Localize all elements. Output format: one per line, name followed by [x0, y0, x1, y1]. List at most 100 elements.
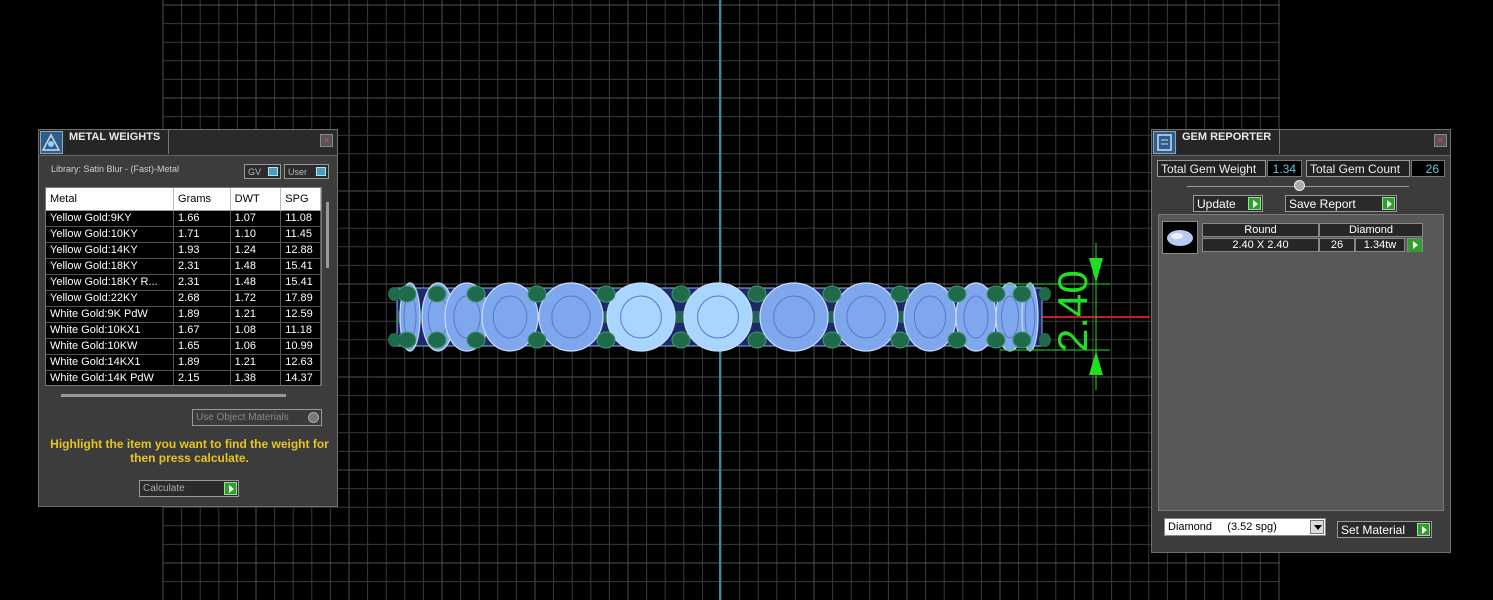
horizontal-scrollbar[interactable]: [61, 394, 286, 397]
table-row[interactable]: Yellow Gold:10KY 1.71 1.10 11.45: [46, 227, 321, 243]
gem-stone: [759, 282, 829, 352]
prong: [671, 285, 691, 303]
grams-value: 1.67: [174, 323, 231, 338]
spg-value: 12.88: [281, 243, 321, 258]
update-button[interactable]: Update: [1193, 195, 1263, 212]
set-material-button[interactable]: Set Material: [1337, 521, 1432, 538]
metal-name: Yellow Gold:18KY: [46, 259, 175, 274]
metal-name: White Gold:10KW: [46, 339, 175, 354]
play-arrow-icon: [1382, 197, 1395, 210]
toggle-indicator-icon: [268, 167, 278, 176]
table-row[interactable]: Yellow Gold:22KY 2.68 1.72 17.89: [46, 291, 321, 307]
gem-stone: [538, 282, 604, 352]
prong: [1012, 285, 1032, 303]
dwt-value: 1.10: [231, 227, 282, 242]
column-header-grams[interactable]: Grams: [174, 188, 231, 210]
prong: [527, 331, 547, 349]
play-arrow-icon: [1417, 523, 1430, 536]
prong: [596, 285, 616, 303]
prong: [986, 331, 1006, 349]
gv-toggle[interactable]: GV: [244, 164, 281, 179]
prong: [747, 285, 767, 303]
save-report-button[interactable]: Save Report: [1285, 195, 1397, 212]
gem-row-action-button[interactable]: [1407, 238, 1423, 252]
metal-name: Yellow Gold:9KY: [46, 211, 175, 226]
table-row[interactable]: White Gold:10KX1 1.67 1.08 11.18: [46, 323, 321, 339]
spg-value: 11.08: [281, 211, 321, 226]
calculate-label: Calculate: [143, 483, 185, 494]
total-gem-weight-label: Total Gem Weight: [1157, 160, 1266, 177]
total-gem-count-label: Total Gem Count: [1306, 160, 1410, 177]
prong: [890, 285, 910, 303]
spg-value: 15.41: [281, 259, 321, 274]
dwt-value: 1.08: [231, 323, 282, 338]
gem-size: 2.40 X 2.40: [1202, 238, 1319, 252]
prong: [427, 285, 447, 303]
dwt-value: 1.24: [231, 243, 282, 258]
play-arrow-icon: [1248, 197, 1261, 210]
table-row[interactable]: Yellow Gold:18KY R... 2.31 1.48 15.41: [46, 275, 321, 291]
use-object-materials-option[interactable]: Use Object Materials: [192, 409, 322, 426]
prong: [388, 333, 400, 347]
gem-reporter-titlebar[interactable]: GEM REPORTER ×: [1152, 130, 1450, 156]
dwt-value: 1.07: [231, 211, 282, 226]
prong: [986, 285, 1006, 303]
column-header-dwt[interactable]: DWT: [231, 188, 282, 210]
dwt-value: 1.48: [231, 275, 282, 290]
metal-name: White Gold:10KX1: [46, 323, 175, 338]
spg-value: 11.45: [281, 227, 321, 242]
user-toggle[interactable]: User: [284, 164, 329, 179]
use-object-materials-label: Use Object Materials: [196, 412, 289, 423]
instruction-text: Highlight the item you want to find the …: [50, 437, 329, 465]
table-row[interactable]: Yellow Gold:18KY 2.31 1.48 15.41: [46, 259, 321, 275]
metal-name: Yellow Gold:18KY R...: [46, 275, 175, 290]
close-icon[interactable]: ×: [320, 134, 333, 147]
calculate-button[interactable]: Calculate: [139, 480, 239, 497]
table-row[interactable]: White Gold:9K PdW 1.89 1.21 12.59: [46, 307, 321, 323]
user-toggle-label: User: [288, 167, 308, 177]
prong: [1012, 331, 1032, 349]
dimension-label: 2.40: [1049, 270, 1096, 352]
table-row[interactable]: Yellow Gold:14KY 1.93 1.24 12.88: [46, 243, 321, 259]
column-header-material: Diamond: [1319, 223, 1423, 237]
metal-weights-titlebar[interactable]: METAL WEIGHTS ×: [39, 130, 337, 156]
set-material-label: Set Material: [1341, 523, 1406, 537]
gem-reporter-title: GEM REPORTER: [1178, 130, 1281, 154]
play-arrow-icon: [1409, 239, 1422, 252]
total-gem-weight-value: 1.34: [1267, 160, 1302, 177]
table-row[interactable]: White Gold:14K PdW 2.15 1.38 14.37: [46, 371, 321, 385]
dwt-value: 1.21: [231, 355, 282, 370]
prong: [427, 331, 447, 349]
vertical-scrollbar[interactable]: [326, 202, 329, 268]
total-gem-count-value: 26: [1411, 160, 1445, 177]
metal-name: White Gold:14K PdW: [46, 371, 175, 385]
metal-name: Yellow Gold:14KY: [46, 243, 175, 258]
dwt-value: 1.48: [231, 259, 282, 274]
splitter-handle[interactable]: [1294, 180, 1305, 191]
prong: [822, 331, 842, 349]
prong: [466, 331, 486, 349]
grams-value: 2.31: [174, 275, 231, 290]
gem-count: 26: [1319, 238, 1355, 252]
metal-table-body: Yellow Gold:9KY 1.66 1.07 11.08 Yellow Gold:…: [46, 211, 321, 385]
grams-value: 1.89: [174, 307, 231, 322]
column-header-spg[interactable]: SPG: [281, 188, 321, 210]
gem-thumbnail[interactable]: [1162, 221, 1198, 254]
table-row[interactable]: White Gold:14KX1 1.89 1.21 12.63: [46, 355, 321, 371]
prong: [596, 331, 616, 349]
gem-stone: [606, 282, 676, 352]
save-report-label: Save Report: [1289, 197, 1356, 211]
prong: [747, 331, 767, 349]
eternity-band-model[interactable]: [388, 282, 1051, 352]
table-row[interactable]: Yellow Gold:9KY 1.66 1.07 11.08: [46, 211, 321, 227]
table-row[interactable]: White Gold:10KW 1.65 1.06 10.99: [46, 339, 321, 355]
close-icon[interactable]: ×: [1434, 134, 1447, 147]
gem-reporter-panel: GEM REPORTER × Total Gem Weight 1.34 Tot…: [1151, 129, 1451, 553]
toggle-indicator-icon: [316, 167, 326, 176]
prong: [397, 331, 417, 349]
metal-weights-panel: METAL WEIGHTS × Library: Satin Blur - (F…: [38, 129, 338, 507]
column-header-metal[interactable]: Metal: [46, 188, 175, 210]
grams-value: 2.68: [174, 291, 231, 306]
prong: [947, 331, 967, 349]
material-dropdown[interactable]: Diamond (3.52 spg): [1164, 518, 1326, 536]
